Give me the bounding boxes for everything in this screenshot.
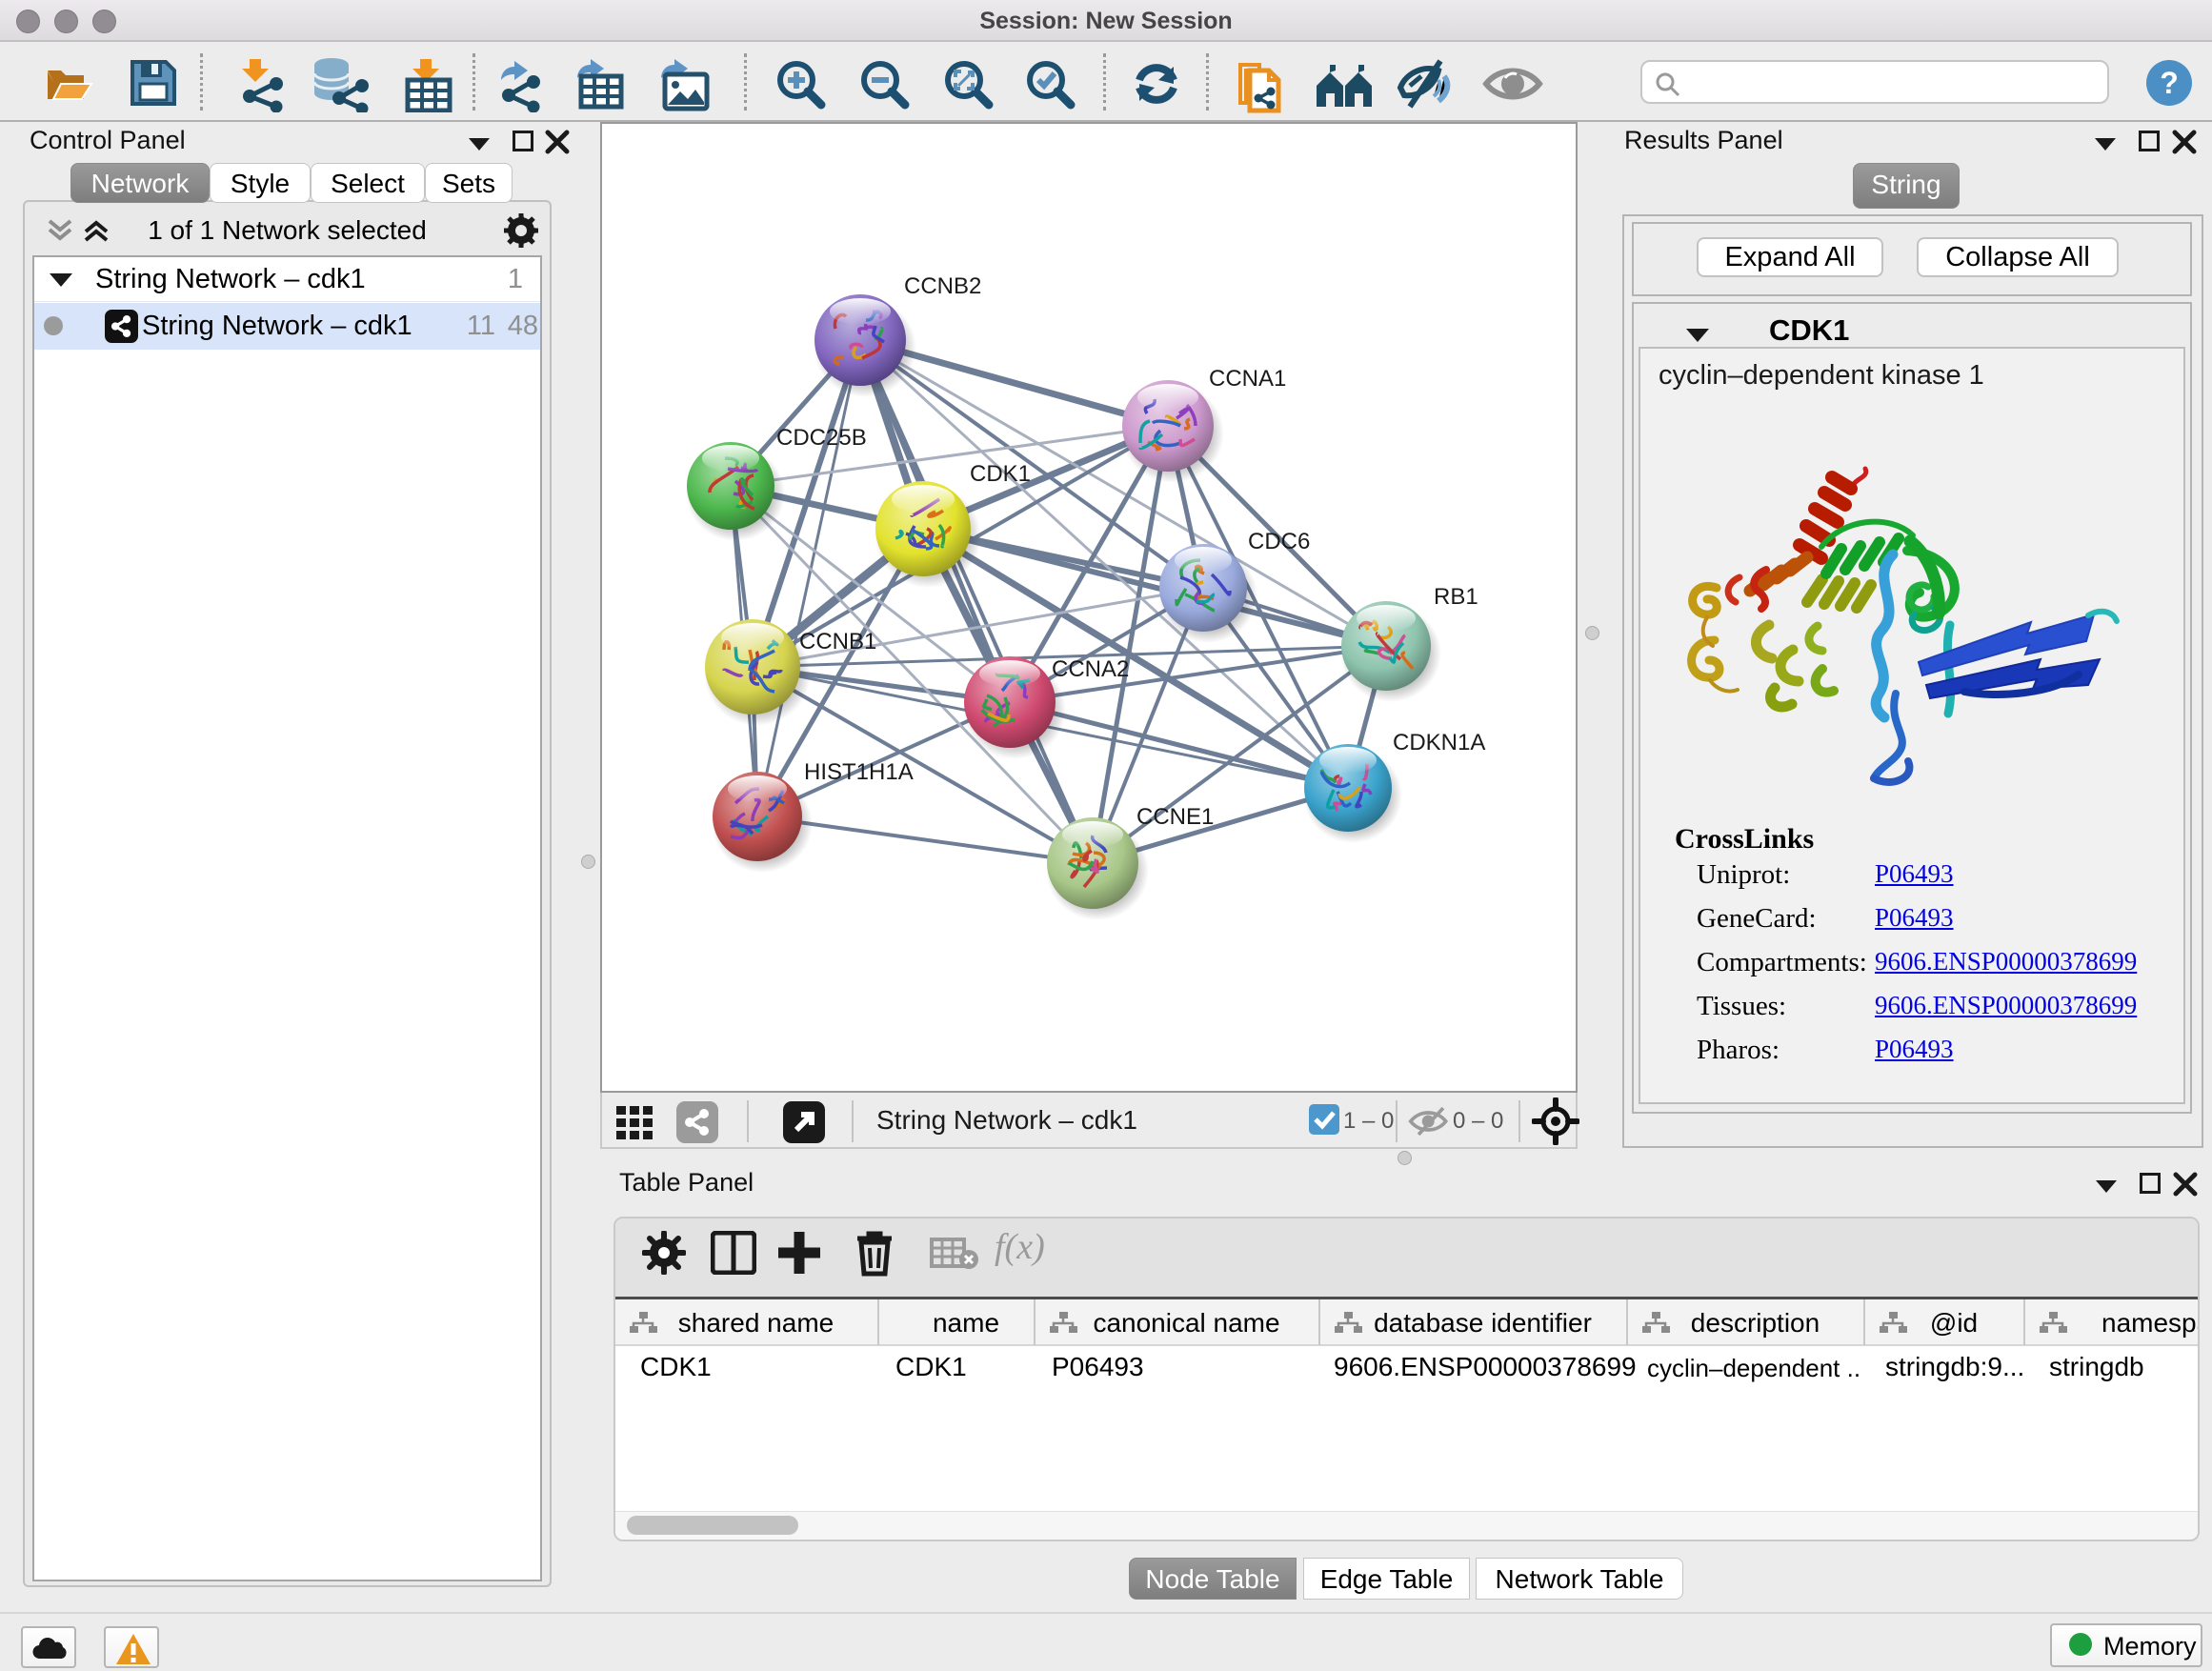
svg-text:RB1: RB1 [1434, 584, 1478, 610]
svg-text:CDC25B: CDC25B [776, 425, 867, 451]
svg-text:CCNB2: CCNB2 [904, 273, 981, 299]
svg-text:?: ? [2160, 66, 2179, 100]
svg-text:CDK1: CDK1 [970, 461, 1031, 487]
svg-text:CDC6: CDC6 [1248, 529, 1310, 554]
svg-text:HIST1H1A: HIST1H1A [804, 759, 914, 785]
svg-text:CCNA2: CCNA2 [1052, 656, 1129, 682]
svg-text:CCNE1: CCNE1 [1136, 804, 1214, 830]
svg-text:CCNB1: CCNB1 [799, 629, 876, 654]
svg-text:CDKN1A: CDKN1A [1393, 730, 1485, 755]
svg-text:CCNA1: CCNA1 [1209, 366, 1286, 392]
